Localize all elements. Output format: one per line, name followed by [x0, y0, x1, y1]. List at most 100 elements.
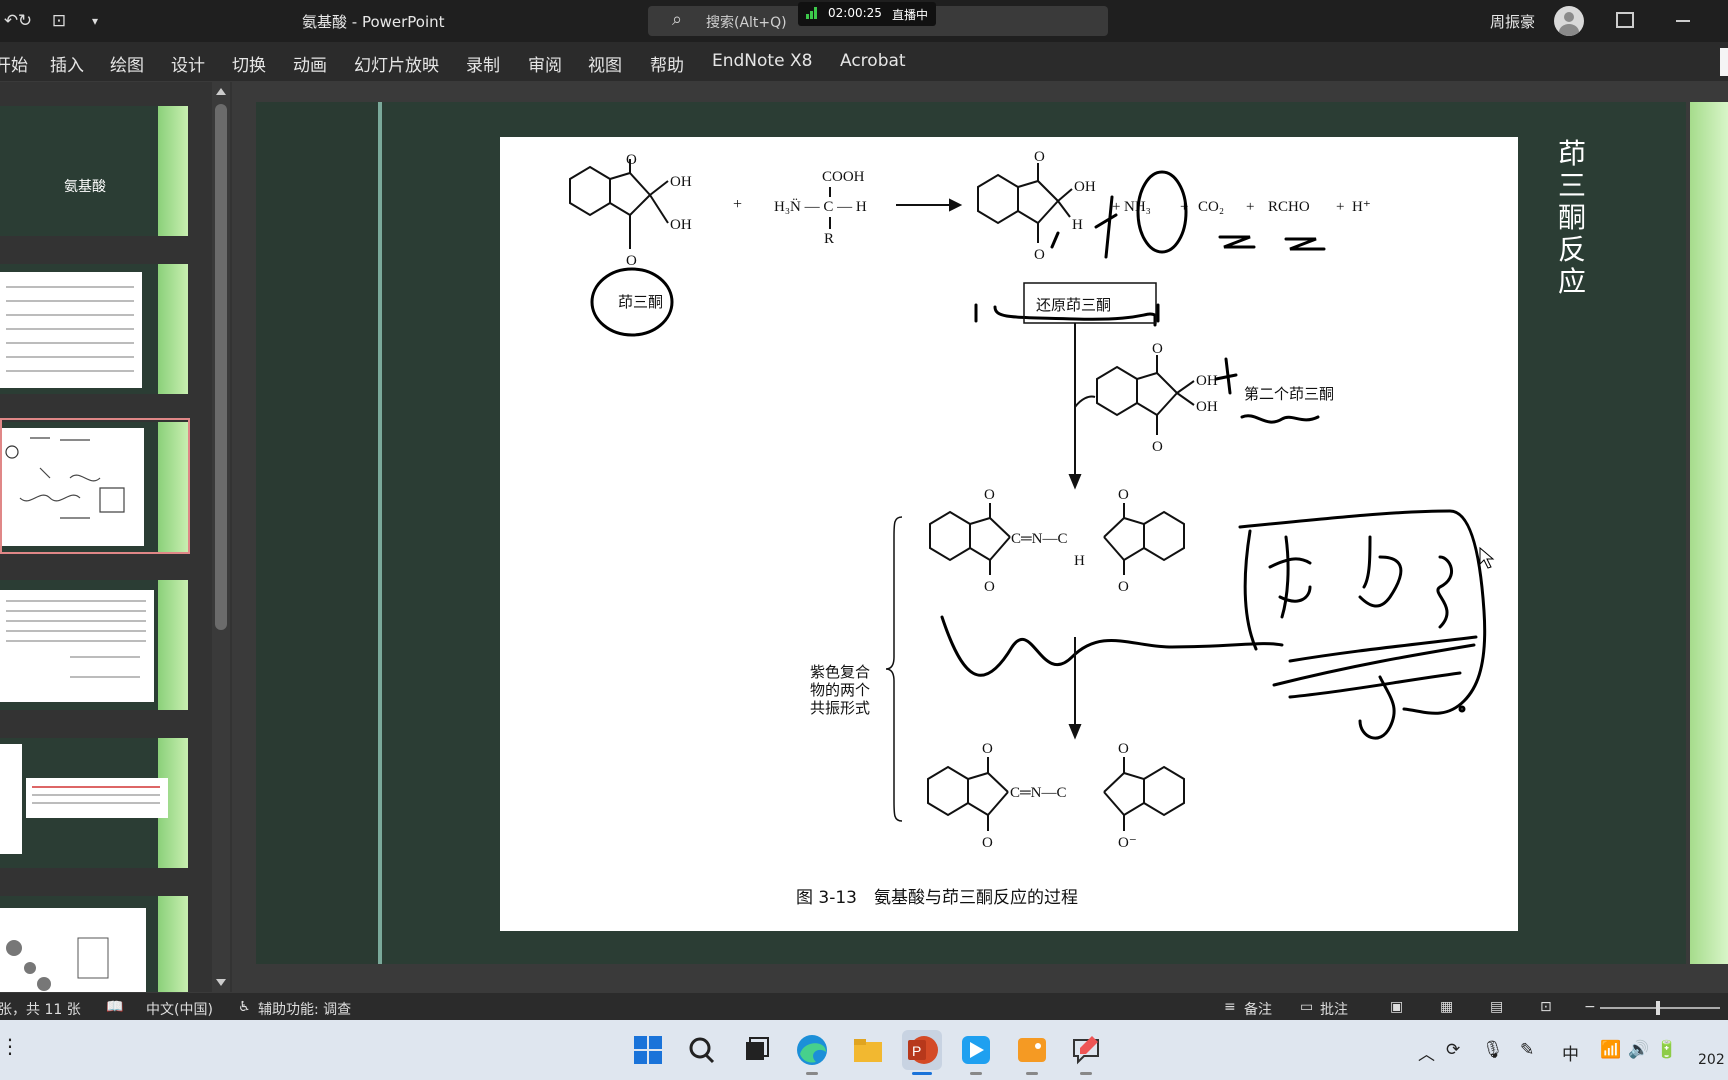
slide-count[interactable]: 张，共 11 张	[0, 999, 81, 1019]
notes-button[interactable]: 备注	[1244, 999, 1272, 1019]
tab-slideshow[interactable]: 幻灯片放映	[354, 51, 439, 76]
microphone-icon[interactable]: 🎙	[1482, 1040, 1504, 1060]
svg-text:O: O	[1118, 487, 1129, 503]
fig-prod-o-bot: O	[1034, 247, 1045, 263]
slide-sorter-icon[interactable]: ▦	[1440, 999, 1453, 1015]
signal-bars-icon	[806, 7, 820, 19]
zoom-slider-knob[interactable]	[1656, 1001, 1660, 1015]
fig-label-purple-1: 紫色复合	[810, 663, 870, 681]
scroll-up-icon[interactable]	[216, 88, 226, 95]
svg-text:+: +	[1246, 199, 1254, 215]
tab-view[interactable]: 视图	[588, 51, 622, 76]
slide-left-band	[256, 102, 378, 964]
sync-icon[interactable]: ⟳	[1446, 1040, 1460, 1060]
powerpoint-icon[interactable]: P	[902, 1030, 942, 1070]
battery-icon[interactable]: 🔋	[1656, 1040, 1677, 1060]
reaction-figure[interactable]: O O OH OH + COOH H₃N̈ — C — H R O O OH H…	[500, 137, 1518, 931]
fig-o-top: O	[626, 152, 637, 168]
scroll-thumb[interactable]	[215, 104, 227, 630]
tab-design[interactable]: 设计	[171, 51, 205, 76]
slide-title[interactable]: 茚三酮反应	[1558, 138, 1594, 298]
scroll-down-icon[interactable]	[216, 979, 226, 986]
slide-thumbnail-2[interactable]	[0, 264, 188, 394]
fig-label-purple-2: 物的两个	[810, 681, 870, 699]
slideshow-view-icon[interactable]: ⊡	[1540, 999, 1552, 1015]
search-taskbar-icon[interactable]	[682, 1030, 722, 1070]
show-hidden-icons[interactable]: ︿	[1418, 1040, 1435, 1065]
tab-record[interactable]: 录制	[466, 51, 500, 76]
fig-oh-2: OH	[670, 217, 692, 233]
handwriting-annotations-top	[590, 170, 1326, 337]
streaming-running-indicator	[970, 1072, 982, 1075]
fig-o-bottom: O	[626, 253, 637, 269]
tab-acrobat[interactable]: Acrobat	[840, 51, 906, 71]
svg-text:+: +	[1336, 199, 1344, 215]
file-explorer-icon[interactable]	[848, 1030, 888, 1070]
fig-co2: CO₂	[1198, 199, 1224, 215]
svg-text:O: O	[984, 487, 995, 503]
zoom-out-icon[interactable]: −	[1584, 999, 1596, 1015]
streaming-app-icon[interactable]	[956, 1030, 996, 1070]
language-indicator[interactable]: 中文(中国)	[146, 999, 213, 1019]
tab-help[interactable]: 帮助	[650, 51, 684, 76]
fig-prod-o-top: O	[1034, 149, 1045, 165]
svg-text:O: O	[982, 741, 993, 757]
svg-text:O: O	[984, 579, 995, 595]
fig-o-minus: O⁻	[1118, 835, 1137, 851]
slide-green-band	[1690, 102, 1728, 964]
live-stream-indicator: 02:00:25 直播中	[798, 2, 936, 26]
fig-prod-oh: OH	[1074, 179, 1096, 195]
tab-insert[interactable]: 插入	[50, 51, 84, 76]
user-name[interactable]: 周振豪	[1490, 11, 1535, 32]
normal-view-icon[interactable]: ▣	[1390, 999, 1403, 1015]
slide-thumbnail-pane: 氨基酸	[0, 82, 232, 1026]
title-bar: ↶ ↻ ⊡ ▾ 氨基酸 - PowerPoint ⌕ 搜索(Alt+Q) 02:…	[0, 0, 1728, 42]
tab-home[interactable]: 开始	[0, 51, 28, 76]
comments-button[interactable]: 批注	[1320, 999, 1348, 1019]
show-desktop-icon[interactable]: ⋮	[0, 1034, 20, 1058]
ime-indicator[interactable]: 中	[1562, 1040, 1579, 1065]
feedback-app-icon[interactable]	[1066, 1030, 1106, 1070]
accessibility-status[interactable]: 辅助功能: 调查	[258, 999, 351, 1019]
wifi-icon[interactable]: 📶	[1600, 1040, 1621, 1060]
photos-running-indicator	[1026, 1072, 1038, 1075]
thumbnail-title: 氨基酸	[64, 179, 106, 195]
tab-draw[interactable]: 绘图	[110, 51, 144, 76]
second-ninhydrin-structure	[1074, 355, 1195, 435]
slide-thumbnail-4[interactable]	[0, 580, 188, 710]
zoom-slider[interactable]	[1600, 1007, 1720, 1009]
spelling-icon[interactable]: 📖	[106, 999, 123, 1015]
svg-text:O: O	[1118, 579, 1129, 595]
ribbon-display-options-icon[interactable]	[1616, 12, 1634, 28]
live-label: 直播中	[892, 8, 929, 22]
clock[interactable]: 202	[1698, 1052, 1725, 1068]
task-view-icon[interactable]	[736, 1030, 776, 1070]
slide-thumbnail-5[interactable]	[0, 738, 188, 868]
start-button[interactable]	[628, 1030, 668, 1070]
thumbnail-scrollbar[interactable]	[212, 82, 230, 992]
notes-icon[interactable]: ≡	[1224, 999, 1236, 1015]
volume-icon[interactable]: 🔊	[1628, 1040, 1649, 1060]
tab-animations[interactable]: 动画	[293, 51, 327, 76]
fig-h-mid: H	[1074, 553, 1085, 569]
photos-app-icon[interactable]	[1012, 1030, 1052, 1070]
edge-browser-icon[interactable]	[792, 1030, 832, 1070]
customize-quick-access-icon[interactable]: ▾	[84, 10, 106, 32]
status-bar: 张，共 11 张 📖 中文(中国) ♿ 辅助功能: 调查 ≡ 备注 ▭ 批注 ▣…	[0, 992, 1728, 1020]
fig-label-purple-3: 共振形式	[810, 699, 870, 717]
reading-view-icon[interactable]: ▤	[1490, 999, 1503, 1015]
fig-label-reduced: 还原茚三酮	[1036, 296, 1111, 314]
avatar[interactable]	[1554, 6, 1584, 36]
ribbon-tabs: 开始 插入 绘图 设计 切换 动画 幻灯片放映 录制 审阅 视图 帮助 EndN…	[0, 42, 1728, 82]
fig-n-bottom: C═N—C	[1010, 785, 1066, 801]
pen-icon[interactable]: ✎	[1520, 1040, 1534, 1060]
tab-endnote[interactable]: EndNote X8	[712, 51, 812, 71]
comments-icon[interactable]: ▭	[1300, 999, 1313, 1015]
tab-review[interactable]: 审阅	[528, 51, 562, 76]
slide-thumbnail-1[interactable]: 氨基酸	[0, 106, 188, 236]
minimize-button[interactable]	[1676, 20, 1690, 22]
present-from-start-icon[interactable]: ⊡	[48, 10, 70, 32]
redo-icon[interactable]: ↻	[14, 10, 36, 32]
accessibility-icon[interactable]: ♿	[238, 999, 251, 1015]
tab-transitions[interactable]: 切换	[232, 51, 266, 76]
